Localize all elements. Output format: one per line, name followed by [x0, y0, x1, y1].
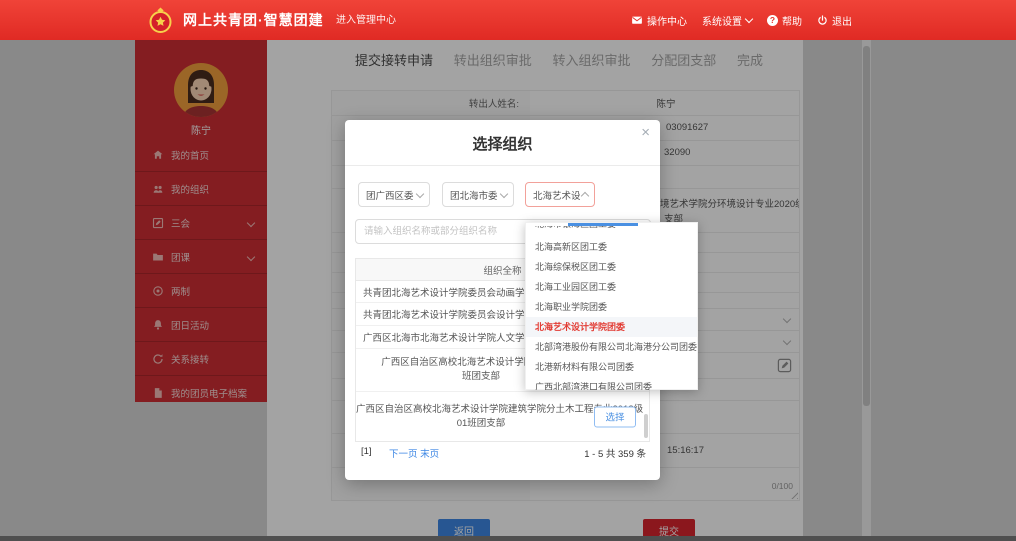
org-name-line2: 01班团支部 [356, 417, 606, 431]
app-title: 网上共青团·智慧团建 [183, 0, 324, 40]
current-page[interactable]: [1] [361, 446, 372, 457]
chevron-up-icon [581, 192, 589, 200]
dropdown-item[interactable]: 北海工业园区团工委 [526, 277, 697, 297]
dropdown-item[interactable]: 广西北部湾港口有限公司团委 [526, 377, 697, 390]
chevron-down-icon [745, 14, 753, 22]
logout-item[interactable]: 退出 [817, 13, 852, 28]
org-level2-select[interactable]: 团北海市委 [442, 182, 514, 207]
header-menu: 操作中心 系统设置 ? 帮助 退出 [631, 0, 852, 40]
next-last-page-links[interactable]: 下一页 末页 [389, 446, 439, 460]
dropdown-item[interactable]: 北海职业学院团委 [526, 297, 697, 317]
next-page-link[interactable]: 下一页 [389, 449, 418, 460]
dropdown-item[interactable]: 北部湾港股份有限公司北海港分公司团委 [526, 337, 697, 357]
org-dropdown-panel: 北海市银海区团工委 北海高新区团工委 北海综保税区团工委 北海工业园区团工委 北… [525, 222, 698, 390]
dropdown-item[interactable]: 北海市银海区团工委 [526, 226, 697, 234]
league-logo-icon [147, 7, 174, 34]
dropdown-item[interactable]: 北海高新区团工委 [526, 237, 697, 257]
org-level1-select[interactable]: 团广西区委 [358, 182, 430, 207]
org-name-line1: 广西区自治区高校北海艺术设计学院建筑学院分土木工程专业2018级 [356, 403, 606, 417]
modal-title: 选择组织 [345, 133, 660, 154]
enter-admin-link[interactable]: 进入管理中心 [336, 0, 396, 40]
org-level2-value: 团北海市委 [450, 188, 498, 202]
clipped-item-bottom: 广西北部湾港口有限公司团委 [526, 377, 697, 390]
scrolled-selection-sliver [568, 223, 638, 226]
chevron-down-icon [500, 189, 508, 197]
help-item[interactable]: ? 帮助 [767, 13, 802, 28]
org-level3-value: 北海艺术设计学院团委 [533, 188, 580, 202]
mail-icon [631, 14, 643, 26]
dropdown-item[interactable]: 北海综保税区团工委 [526, 257, 697, 277]
org-name: 广西区北海市北海艺术设计学院人文学 [363, 330, 525, 344]
org-name: 广西区自治区高校北海艺术设计学院建筑学院分土木工程专业2018级 01班团支部 [356, 403, 606, 431]
clipped-item-top: 北海市银海区团工委 [526, 226, 697, 237]
page-summary: 1 - 5 共 359 条 [584, 446, 646, 460]
org-name: 共青团北海艺术设计学院委员会动画学 [363, 285, 525, 299]
question-icon: ? [767, 15, 778, 26]
chevron-down-icon [416, 189, 424, 197]
top-header: 网上共青团·智慧团建 进入管理中心 操作中心 系统设置 ? 帮助 退出 [0, 0, 1016, 40]
dropdown-item-selected[interactable]: 北海艺术设计学院团委 [526, 317, 697, 337]
operation-center-label: 操作中心 [647, 13, 687, 28]
table-row: 广西区自治区高校北海艺术设计学院建筑学院分土木工程专业2018级 01班团支部 … [356, 392, 649, 441]
logout-label: 退出 [832, 13, 852, 28]
system-settings-item[interactable]: 系统设置 [702, 13, 752, 28]
select-row-button[interactable]: 选择 [594, 406, 636, 427]
org-level1-value: 团广西区委 [366, 188, 414, 202]
system-settings-label: 系统设置 [702, 13, 742, 28]
org-name: 共青团北海艺术设计学院委员会设计学 [363, 307, 525, 321]
table-scrollbar-thumb[interactable] [644, 414, 648, 438]
last-page-link[interactable]: 末页 [420, 449, 439, 460]
divider [345, 165, 660, 166]
help-label: 帮助 [782, 13, 802, 28]
power-icon [817, 15, 828, 26]
dropdown-item[interactable]: 北港新材料有限公司团委 [526, 357, 697, 377]
org-level3-select[interactable]: 北海艺术设计学院团委 [525, 182, 595, 207]
screen: 网上共青团·智慧团建 进入管理中心 操作中心 系统设置 ? 帮助 退出 [0, 0, 1016, 541]
operation-center-item[interactable]: 操作中心 [631, 13, 687, 28]
